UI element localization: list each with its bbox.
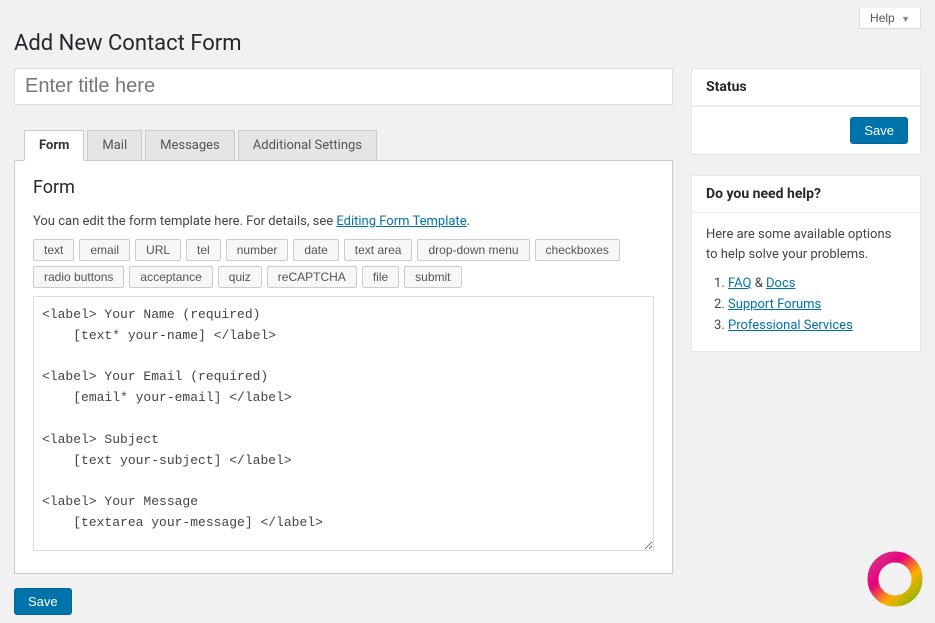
tag-button-acceptance[interactable]: acceptance [129, 266, 212, 288]
tag-button-text-area[interactable]: text area [344, 239, 413, 261]
tag-button-quiz[interactable]: quiz [218, 266, 262, 288]
form-desc-suffix: . [467, 214, 470, 229]
form-title-input[interactable] [14, 68, 673, 105]
tab-form[interactable]: Form [24, 130, 84, 161]
chevron-down-icon: ▼ [901, 14, 910, 24]
tag-button-submit[interactable]: submit [404, 266, 461, 288]
status-box-title: Status [692, 69, 920, 106]
amp-text: & [751, 276, 766, 291]
tab-additional-settings[interactable]: Additional Settings [238, 130, 377, 161]
tag-button-drop-down-menu[interactable]: drop-down menu [417, 239, 529, 261]
help-toggle-button[interactable]: Help ▼ [859, 8, 921, 29]
faq-link[interactable]: FAQ [728, 276, 751, 291]
tag-button-tel[interactable]: tel [186, 239, 221, 261]
editing-template-link[interactable]: Editing Form Template [336, 214, 466, 229]
help-box: Do you need help? Here are some availabl… [691, 175, 921, 352]
tab-row: FormMailMessagesAdditional Settings [24, 129, 673, 160]
form-template-textarea[interactable] [33, 296, 654, 551]
page-title: Add New Contact Form [14, 31, 921, 56]
help-list-item: Support Forums [728, 297, 906, 312]
save-button-bottom[interactable]: Save [14, 588, 72, 615]
form-panel: Form You can edit the form template here… [14, 160, 673, 574]
help-toggle-label: Help [870, 11, 895, 25]
support-forums-link[interactable]: Support Forums [728, 297, 821, 312]
tag-button-checkboxes[interactable]: checkboxes [535, 239, 620, 261]
help-list-item: FAQ & Docs [728, 276, 906, 291]
tag-button-url[interactable]: URL [135, 239, 181, 261]
tag-button-number[interactable]: number [226, 239, 289, 261]
save-button-sidebar[interactable]: Save [850, 117, 908, 144]
tab-mail[interactable]: Mail [87, 130, 142, 161]
form-desc-prefix: You can edit the form template here. For… [33, 214, 336, 229]
help-box-text: Here are some available options to help … [706, 225, 906, 264]
tag-button-file[interactable]: file [362, 266, 399, 288]
professional-services-link[interactable]: Professional Services [728, 318, 853, 333]
tag-button-text[interactable]: text [33, 239, 74, 261]
form-panel-description: You can edit the form template here. For… [33, 214, 654, 229]
tab-messages[interactable]: Messages [145, 130, 235, 161]
tag-button-recaptcha[interactable]: reCAPTCHA [267, 266, 357, 288]
help-list-item: Professional Services [728, 318, 906, 333]
help-box-title: Do you need help? [692, 176, 920, 213]
help-link-list: FAQ & Docs Support Forums Professional S… [706, 276, 906, 333]
tag-button-date[interactable]: date [293, 239, 338, 261]
docs-link[interactable]: Docs [766, 276, 795, 291]
status-box: Status Save [691, 68, 921, 155]
logo-icon [867, 551, 923, 607]
tag-button-email[interactable]: email [79, 239, 130, 261]
tag-button-row: textemailURLtelnumberdate text areadrop-d… [33, 239, 654, 288]
form-panel-heading: Form [33, 177, 654, 198]
tag-button-radio-buttons[interactable]: radio buttons [33, 266, 124, 288]
